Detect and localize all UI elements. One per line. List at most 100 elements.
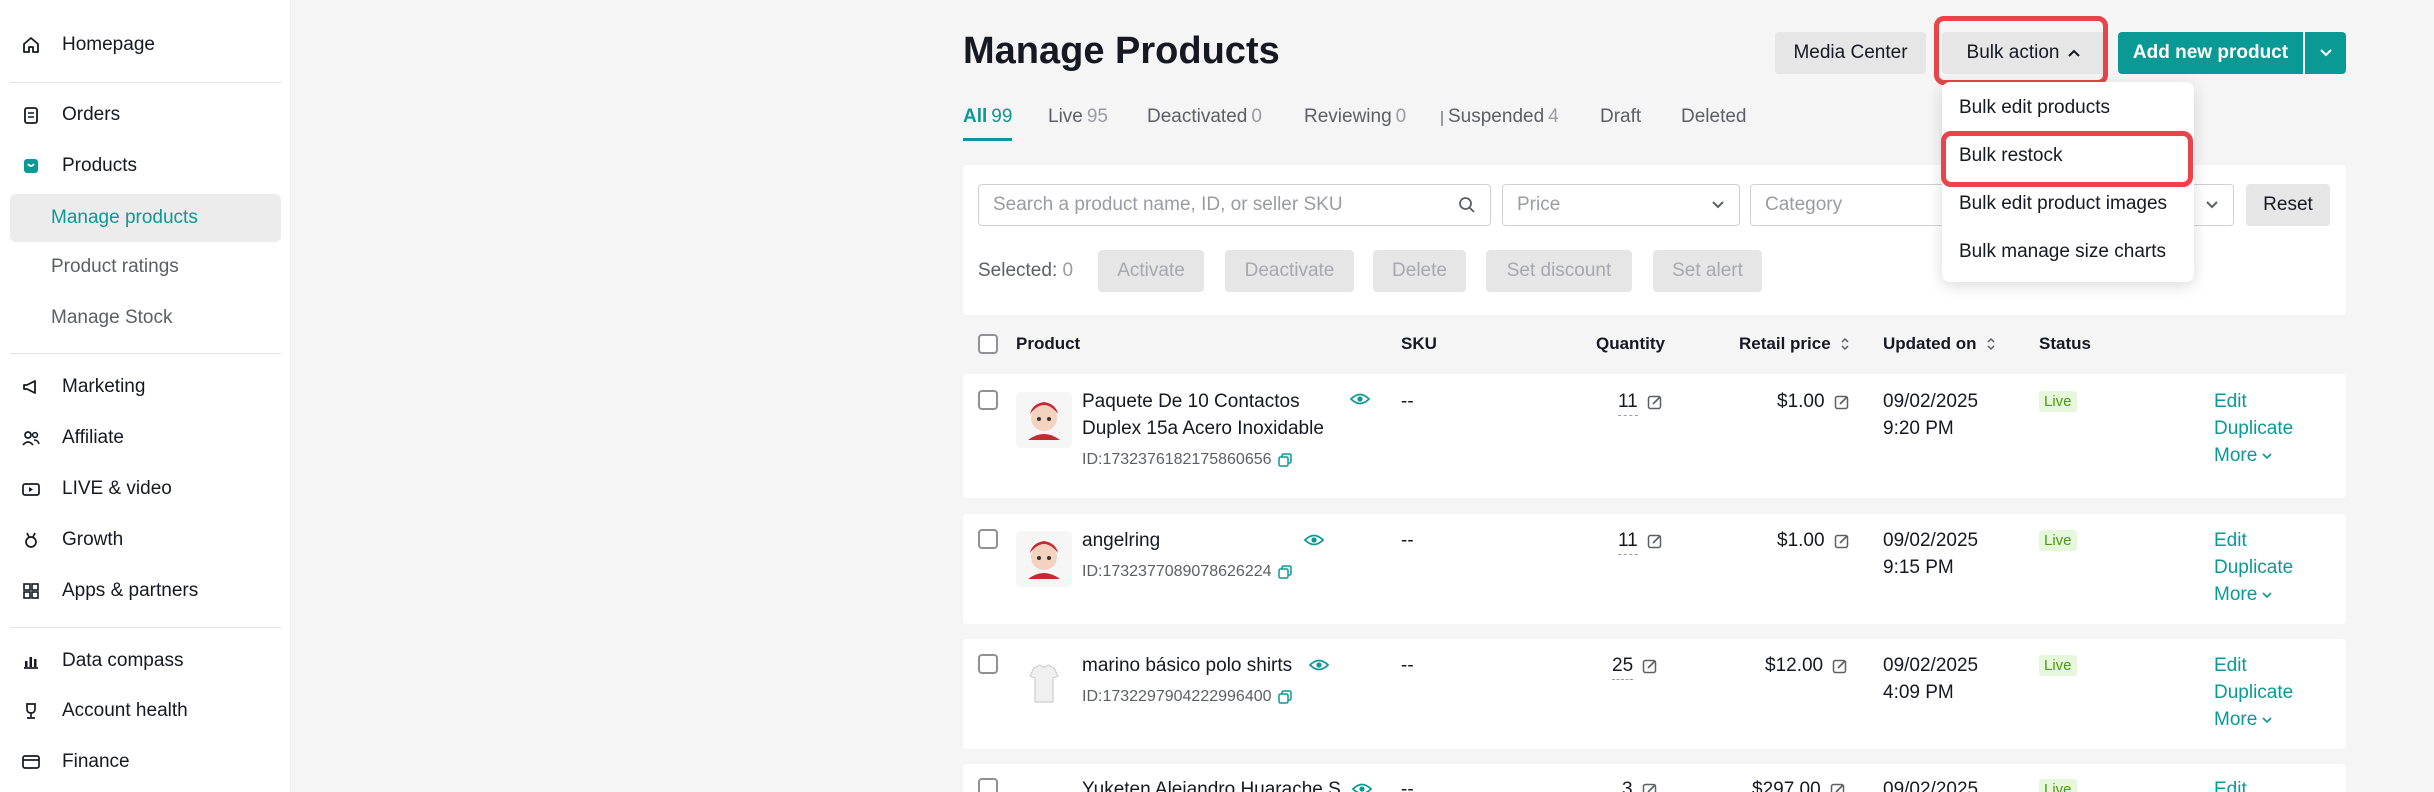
sidebar-sub-manage-stock[interactable]: Manage Stock [10,294,281,342]
edit-link[interactable]: Edit [2214,388,2247,415]
column-header-sku: SKU [1401,334,1437,353]
product-thumbnail[interactable] [1016,656,1072,712]
quantity-value: 25 [1612,652,1634,680]
menu-item-bulk-manage-size-charts[interactable]: Bulk manage size charts [1959,241,2166,263]
more-link[interactable]: More [2214,581,2273,608]
bulk-restock-highlight [1941,131,2193,187]
sidebar-item-label: Affiliate [62,427,124,448]
set-discount-button[interactable]: Set discount [1486,250,1632,292]
edit-icon[interactable] [1642,658,1658,674]
sidebar-item-finance[interactable]: Finance [10,739,281,785]
menu-item-bulk-edit-products[interactable]: Bulk edit products [1959,97,2110,119]
product-thumbnail[interactable] [1016,531,1072,587]
quantity-cell: 11 [1618,527,1663,555]
row-checkbox[interactable] [978,390,998,410]
copy-icon[interactable] [1277,565,1292,579]
column-header-retail-price[interactable]: Retail price [1739,334,1850,354]
more-link[interactable]: More [2214,706,2273,733]
eye-icon[interactable] [1303,533,1325,552]
tab-count: 4 [1548,106,1559,127]
delete-button[interactable]: Delete [1373,250,1466,292]
edit-link[interactable]: Edit [2214,527,2247,554]
price-value: $12.00 [1765,655,1824,676]
product-name[interactable]: Yuketen Alejandro Huarache S... [1082,776,1357,792]
sidebar-item-products[interactable]: Products [10,143,281,189]
tab-reviewing[interactable]: Reviewing 0 [1304,106,1406,128]
add-product-dropdown-button[interactable] [2305,32,2346,74]
row-checkbox[interactable] [978,654,998,674]
tab-deleted[interactable]: Deleted [1681,106,1747,128]
row-checkbox[interactable] [978,529,998,549]
tab-label: Draft [1600,106,1642,127]
product-thumbnail[interactable] [1016,392,1072,448]
duplicate-link[interactable]: Duplicate [2214,554,2293,581]
product-id-text: ID:1732297904222996400 [1082,688,1272,705]
search-input[interactable]: Search a product name, ID, or seller SKU [978,184,1491,226]
edit-link[interactable]: Edit [2214,776,2247,792]
duplicate-link[interactable]: Duplicate [2214,415,2293,442]
edit-icon[interactable] [1834,533,1850,549]
edit-icon[interactable] [1830,782,1846,792]
edit-icon[interactable] [1647,533,1663,549]
copy-icon[interactable] [1277,690,1292,704]
category-placeholder: Category [1765,194,1843,215]
quantity-value: 11 [1618,527,1638,555]
column-header-updated-on[interactable]: Updated on [1883,334,1996,354]
more-label: More [2214,709,2258,730]
eye-icon[interactable] [1349,392,1371,411]
edit-icon[interactable] [1647,394,1663,410]
sidebar-item-growth[interactable]: Growth [10,517,281,563]
tab-label: Deleted [1681,106,1747,127]
copy-icon[interactable] [1277,453,1292,467]
column-header-quantity: Quantity [1596,334,1665,353]
set-alert-button[interactable]: Set alert [1653,250,1762,292]
tab-count: 0 [1395,106,1407,127]
price-cell: $12.00 [1765,652,1848,679]
sidebar-item-live-video[interactable]: LIVE & video [10,466,281,512]
sidebar-sub-manage-products[interactable]: Manage products [10,194,281,242]
product-name[interactable]: marino básico polo shirts [1082,652,1292,679]
sidebar-item-account-health[interactable]: Account health [10,688,281,734]
sidebar-item-apps-partners[interactable]: Apps & partners [10,568,281,614]
sidebar-sub-product-ratings[interactable]: Product ratings [10,243,281,291]
medal-icon [20,529,42,551]
product-name[interactable]: Paquete De 10 Contactos Duplex 15a Acero… [1082,388,1332,442]
updated-time: 9:15 PM [1883,557,1954,578]
price-select[interactable]: Price [1502,184,1740,226]
eye-icon[interactable] [1351,782,1373,792]
row-checkbox[interactable] [978,778,998,792]
more-link[interactable]: More [2214,442,2273,469]
home-icon [20,34,42,56]
select-all-checkbox[interactable] [978,334,998,354]
sidebar-item-orders[interactable]: Orders [10,92,281,138]
sidebar-item-label: Marketing [62,376,146,397]
edit-icon[interactable] [1834,394,1850,410]
reset-button[interactable]: Reset [2246,184,2330,226]
sidebar-item-affiliate[interactable]: Affiliate [10,415,281,461]
menu-item-bulk-edit-product-images[interactable]: Bulk edit product images [1959,193,2167,215]
tab-live[interactable]: Live 95 [1048,106,1108,128]
sidebar-item-homepage[interactable]: Homepage [10,22,281,68]
edit-link[interactable]: Edit [2214,652,2247,679]
eye-icon[interactable] [1308,658,1330,677]
edit-icon[interactable] [1832,658,1848,674]
tab-draft[interactable]: Draft [1600,106,1641,128]
tab-suspended[interactable]: Suspended 4 [1448,106,1559,128]
quantity-cell: 11 [1618,388,1663,416]
updated-time: 9:20 PM [1883,418,1954,439]
edit-icon[interactable] [1642,782,1658,792]
status-badge: Live [2039,779,2077,792]
price-value: $1.00 [1777,391,1825,412]
tab-all[interactable]: All 99 [963,106,1012,128]
media-center-button[interactable]: Media Center [1775,32,1926,74]
add-new-product-button[interactable]: Add new product [2118,32,2303,74]
selected-count: 0 [1062,260,1074,281]
tab-deactivated[interactable]: Deactivated 0 [1147,106,1262,128]
sidebar-item-marketing[interactable]: Marketing [10,364,281,410]
sidebar-item-data-compass[interactable]: Data compass [10,638,281,684]
sidebar: Homepage Orders Products Manage products… [0,0,291,792]
activate-button[interactable]: Activate [1098,250,1204,292]
product-name[interactable]: angelring [1082,527,1160,554]
deactivate-button[interactable]: Deactivate [1225,250,1354,292]
duplicate-link[interactable]: Duplicate [2214,679,2293,706]
